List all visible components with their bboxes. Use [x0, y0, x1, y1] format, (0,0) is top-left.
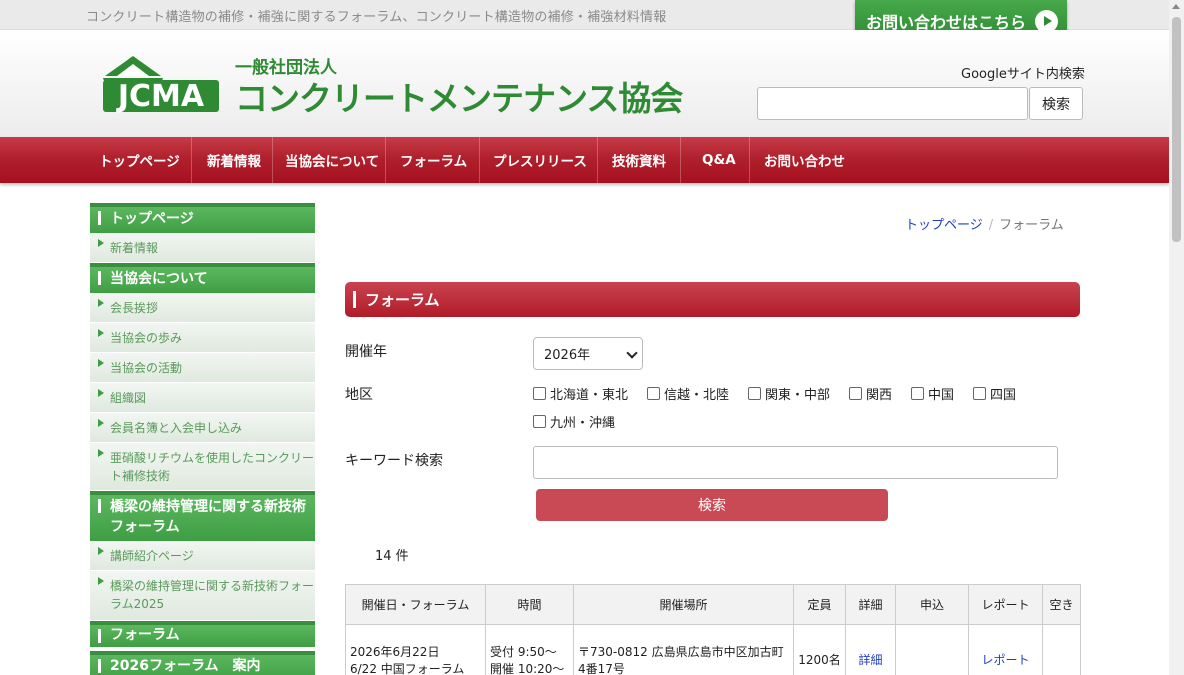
region-checkbox-hokkaido-tohoku[interactable]: 北海道・東北 [533, 384, 628, 403]
cell-time-reception: 受付 9:50～ [490, 644, 557, 659]
cell-place: 〒730-0812 広島県広島市中区加古町4番17号 [573, 624, 794, 675]
col-vacancy: 空き [1042, 584, 1081, 625]
scrollbar-thumb[interactable] [1172, 17, 1181, 242]
sidebar-head-2026-forum[interactable]: 2026フォーラム 案内 [90, 651, 315, 675]
sidebar-head-about[interactable]: 当協会について [90, 263, 315, 293]
cell-time: 受付 9:50～ 開催 10:20～ [485, 624, 574, 675]
result-count: 14 件 [375, 549, 409, 564]
site-search-button[interactable]: 検索 [1029, 87, 1083, 120]
col-date-forum: 開催日・フォーラム [345, 584, 486, 625]
keyword-input[interactable] [533, 446, 1058, 479]
breadcrumb-separator: / [988, 218, 994, 233]
sidebar-item-news[interactable]: 新着情報 [90, 233, 315, 263]
checkbox-icon[interactable] [849, 387, 862, 400]
chevron-down-icon [626, 347, 638, 359]
region-checkbox-chugoku[interactable]: 中国 [911, 384, 954, 403]
table-header-row: 開催日・フォーラム 時間 開催場所 定員 詳細 申込 レポート 空き [345, 584, 1081, 625]
cell-report: レポート [968, 624, 1043, 675]
cell-forum: 6/22 中国フォーラム [350, 661, 465, 675]
year-select-value: 2026年 [544, 348, 591, 363]
sidebar-item-history[interactable]: 当協会の歩み [90, 323, 315, 353]
forum-table: 開催日・フォーラム 時間 開催場所 定員 詳細 申込 レポート 空き 2026年… [345, 584, 1081, 675]
region-label-text: 九州・沖縄 [550, 416, 616, 431]
sidebar-item-members[interactable]: 会員名簿と入会申し込み [90, 413, 315, 443]
org-name: コンクリートメンテナンス協会 [235, 79, 683, 118]
breadcrumb: トップページ / フォーラム [905, 214, 1064, 233]
report-link[interactable]: レポート [981, 653, 1029, 667]
region-label-text: 関東・中部 [765, 388, 831, 403]
sidebar-head-forum[interactable]: フォーラム [90, 621, 315, 647]
checkbox-icon[interactable] [533, 387, 546, 400]
breadcrumb-home[interactable]: トップページ [905, 218, 983, 233]
region-label-text: 信越・北陸 [664, 388, 730, 403]
site-search-input[interactable] [757, 87, 1028, 120]
sidebar-head-top[interactable]: トップページ [90, 203, 315, 233]
keyword-label: キーワード検索 [345, 453, 443, 469]
col-capacity: 定員 [793, 584, 846, 625]
checkbox-icon[interactable] [748, 387, 761, 400]
cell-vacancy [1042, 624, 1081, 675]
region-checkbox-kanto-chubu[interactable]: 関東・中部 [748, 384, 830, 403]
region-checkbox-kyushu-okinawa[interactable]: 九州・沖縄 [533, 412, 615, 431]
sidebar-item-activities[interactable]: 当協会の活動 [90, 353, 315, 383]
year-label: 開催年 [345, 344, 387, 360]
sidebar-item-organization[interactable]: 組織図 [90, 383, 315, 413]
year-select[interactable]: 2026年 [533, 337, 643, 370]
jcma-logo[interactable]: JCMA [103, 54, 219, 116]
sidebar-item-lithium-nitrite[interactable]: 亜硝酸リチウムを使用したコンクリート補修技術 [90, 443, 315, 491]
cell-time-start: 開催 10:20～ [490, 661, 565, 675]
cell-capacity: 1200名 [793, 624, 846, 675]
col-report: レポート [968, 584, 1043, 625]
scroll-up-icon[interactable] [1172, 4, 1180, 9]
sidebar-item-bridge-forum-2025[interactable]: 橋梁の維持管理に関する新技術フォーラム2025 [90, 571, 315, 621]
col-place: 開催場所 [573, 584, 794, 625]
col-apply: 申込 [895, 584, 969, 625]
logo-text: JCMA [116, 79, 205, 114]
nav-item-contact[interactable]: お問い合わせ [764, 137, 845, 183]
detail-link[interactable]: 詳細 [858, 653, 882, 667]
search-button[interactable]: 検索 [536, 489, 888, 521]
region-label-text: 北海道・東北 [550, 388, 629, 403]
page-title-text: フォーラム [365, 291, 440, 309]
nav-item-docs[interactable]: 技術資料 [612, 137, 666, 183]
nav-item-press[interactable]: プレスリリース [493, 137, 587, 183]
nav-item-about[interactable]: 当協会について [285, 137, 379, 183]
nav-item-news[interactable]: 新着情報 [207, 137, 261, 183]
nav-item-top[interactable]: トップページ [99, 137, 180, 183]
site-search-label: Googleサイト内検索 [961, 67, 1085, 82]
nav-item-forum[interactable]: フォーラム [400, 137, 467, 183]
region-checkbox-shinetsu-hokuriku[interactable]: 信越・北陸 [647, 384, 729, 403]
breadcrumb-current: フォーラム [999, 218, 1064, 233]
region-checkbox-shikoku[interactable]: 四国 [973, 384, 1016, 403]
cell-date-forum: 2026年6月22日 6/22 中国フォーラム [345, 624, 486, 675]
region-label: 地区 [345, 387, 373, 403]
checkbox-icon[interactable] [647, 387, 660, 400]
sidebar-item-greeting[interactable]: 会長挨拶 [90, 293, 315, 323]
col-time: 時間 [485, 584, 574, 625]
sidebar-item-lecturers[interactable]: 講師紹介ページ [90, 541, 315, 571]
nav-item-qa[interactable]: Q&A [702, 137, 736, 183]
page-scrollbar[interactable] [1169, 0, 1184, 675]
table-row: 2026年6月22日 6/22 中国フォーラム 受付 9:50～ 開催 10:2… [345, 624, 1081, 675]
site-header: JCMA 一般社団法人 コンクリートメンテナンス協会 Googleサイト内検索 … [0, 30, 1169, 137]
cell-apply [895, 624, 969, 675]
site-tagline: コンクリート構造物の補修・補強に関するフォーラム、コンクリート構造物の補修・補強… [86, 10, 667, 25]
checkbox-icon[interactable] [911, 387, 924, 400]
checkbox-icon[interactable] [533, 415, 546, 428]
col-detail: 詳細 [845, 584, 896, 625]
sidebar-head-bridge-forum[interactable]: 橋梁の維持管理に関する新技術フォーラム [90, 491, 315, 541]
region-label-text: 関西 [866, 388, 893, 403]
checkbox-icon[interactable] [973, 387, 986, 400]
region-label-text: 四国 [990, 388, 1017, 403]
region-checkbox-kansai[interactable]: 関西 [849, 384, 892, 403]
main-nav: トップページ 新着情報 当協会について フォーラム プレスリリース 技術資料 Q… [0, 137, 1169, 183]
page-title: フォーラム [345, 282, 1080, 317]
cell-date: 2026年6月22日 [350, 644, 440, 659]
region-label-text: 中国 [928, 388, 955, 403]
cell-detail: 詳細 [845, 624, 896, 675]
